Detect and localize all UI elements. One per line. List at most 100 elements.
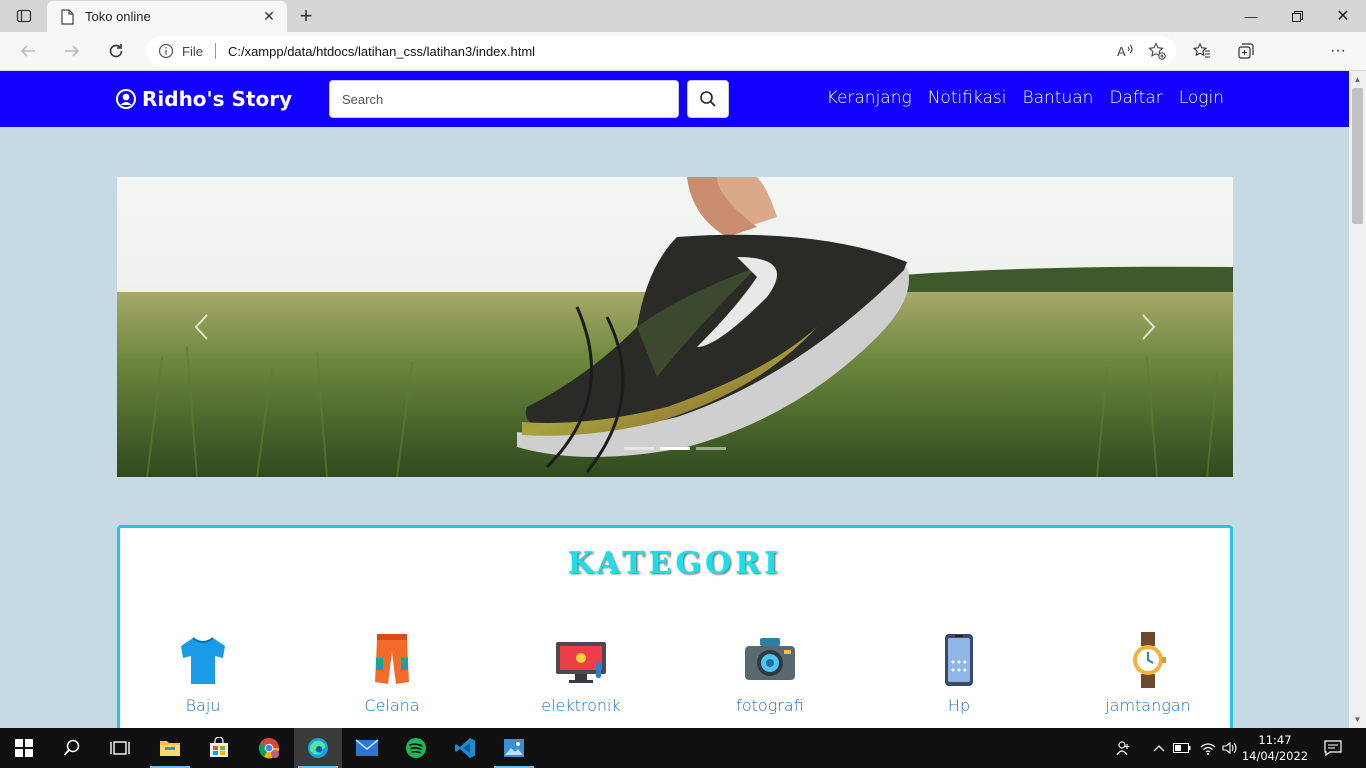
kategori-label: Baju [185, 696, 221, 715]
task-view-button[interactable] [96, 728, 144, 768]
scroll-down-icon[interactable]: ▼ [1351, 713, 1364, 726]
folder-icon [160, 741, 180, 756]
photos-icon [504, 739, 524, 757]
page-icon [59, 8, 75, 25]
browser-toolbar: File C:/xampp/data/htdocs/latihan_css/la… [0, 32, 1366, 94]
tab-title: Toko online [85, 9, 151, 24]
taskbar-mail[interactable] [343, 728, 391, 768]
chevron-left-icon [194, 314, 208, 340]
browser-tabbar: Toko online ✕ + — ✕ [0, 0, 1366, 32]
minimize-button[interactable]: — [1228, 0, 1274, 32]
kategori-item-elektronik[interactable]: elektronik [521, 632, 641, 715]
clock-time: 11:47 [1258, 733, 1292, 747]
close-tab-icon[interactable]: ✕ [259, 7, 279, 27]
taskbar-vscode[interactable] [441, 728, 489, 768]
search-icon [63, 739, 80, 756]
carousel-indicator[interactable] [624, 447, 654, 450]
search-input[interactable] [329, 80, 679, 118]
start-button[interactable] [0, 728, 48, 768]
address-bar[interactable]: File C:/xampp/data/htdocs/latihan_css/la… [146, 36, 1176, 66]
taskbar-spotify[interactable] [392, 728, 440, 768]
nav-link-bantuan[interactable]: Bantuan [1022, 88, 1093, 108]
kategori-item-hp[interactable]: Hp [899, 632, 1019, 715]
search-icon [700, 91, 716, 107]
site-navbar: Ridho's Story Keranjang Notifikasi Bantu… [0, 71, 1349, 127]
nav-link-notifikasi[interactable]: Notifikasi [928, 88, 1007, 108]
kategori-title: KATEGORI [567, 546, 783, 581]
scroll-up-icon[interactable]: ▲ [1351, 73, 1364, 86]
collections-icon[interactable] [1232, 39, 1260, 63]
phone-icon [945, 634, 973, 686]
kategori-item-celana[interactable]: Celana [332, 632, 452, 715]
taskbar-chrome[interactable] [245, 728, 293, 768]
kategori-label: fotografi [736, 696, 804, 715]
carousel-next-button[interactable] [1129, 307, 1169, 347]
kategori-label: jamtangan [1105, 696, 1191, 715]
camera-icon [745, 638, 795, 680]
new-tab-button[interactable]: + [294, 3, 318, 28]
taskbar-edge[interactable] [294, 728, 342, 768]
brand-name: Ridho's Story [142, 87, 293, 111]
volume-icon[interactable] [1220, 728, 1240, 768]
back-button[interactable] [14, 39, 42, 63]
refresh-button[interactable] [102, 39, 130, 63]
store-icon [210, 737, 228, 757]
taskbar-store[interactable] [195, 728, 243, 768]
pants-icon [375, 634, 409, 684]
forward-button[interactable] [58, 39, 86, 63]
search-taskbar-button[interactable] [48, 728, 96, 768]
nav-links: Keranjang Notifikasi Bantuan Daftar Logi… [827, 88, 1224, 108]
windows-taskbar: 11:47 14/04/2022 [0, 728, 1366, 768]
edge-icon [308, 738, 328, 758]
taskbar-file-explorer[interactable] [146, 728, 194, 768]
user-circle-icon [116, 89, 136, 109]
notification-center-icon[interactable] [1318, 728, 1348, 768]
watch-icon [1133, 632, 1166, 688]
brand-logo[interactable]: Ridho's Story [116, 87, 292, 111]
read-aloud-icon[interactable]: A [1112, 40, 1138, 62]
nav-link-login[interactable]: Login [1179, 88, 1224, 108]
kategori-item-baju[interactable]: Baju [143, 632, 263, 715]
hero-carousel [117, 177, 1233, 477]
info-icon[interactable] [158, 43, 174, 59]
carousel-image [117, 177, 1233, 477]
url-text[interactable]: C:/xampp/data/htdocs/latihan_css/latihan… [228, 44, 1112, 59]
clock-date: 14/04/2022 [1241, 749, 1309, 763]
carousel-indicator[interactable] [696, 447, 726, 450]
battery-icon[interactable] [1172, 728, 1192, 768]
nav-link-daftar[interactable]: Daftar [1109, 88, 1162, 108]
kategori-card: KATEGORI Baju Celana elektronik fotograf… [117, 525, 1233, 745]
restore-button[interactable] [1274, 0, 1320, 32]
kategori-label: Hp [947, 696, 971, 715]
favorites-icon[interactable] [1188, 39, 1216, 63]
vscode-icon [455, 738, 475, 758]
tab-actions-icon[interactable] [8, 4, 40, 28]
search-button[interactable] [687, 80, 729, 118]
add-favorite-icon[interactable] [1144, 40, 1170, 62]
wifi-icon[interactable] [1198, 728, 1218, 768]
task-view-icon [110, 741, 130, 755]
svg-text:A: A [1117, 44, 1126, 59]
monitor-icon [556, 642, 606, 683]
close-window-button[interactable]: ✕ [1320, 0, 1366, 32]
people-icon[interactable] [1112, 728, 1136, 768]
more-options-icon[interactable]: ··· [1324, 39, 1352, 63]
tshirt-icon [181, 637, 225, 684]
url-scheme-label: File [182, 43, 203, 59]
chevron-right-icon [1142, 314, 1156, 340]
kategori-label: elektronik [541, 696, 621, 715]
kategori-item-jamtangan[interactable]: jamtangan [1088, 632, 1208, 715]
carousel-indicators [624, 447, 726, 450]
system-clock[interactable]: 11:47 14/04/2022 [1240, 732, 1310, 764]
kategori-item-fotografi[interactable]: fotografi [710, 632, 830, 715]
browser-tab[interactable]: Toko online ✕ [47, 1, 287, 32]
url-divider [214, 43, 216, 59]
chevron-up-icon[interactable] [1150, 728, 1168, 768]
kategori-label: Celana [364, 696, 420, 715]
scrollbar-thumb[interactable] [1352, 88, 1363, 224]
taskbar-photos[interactable] [490, 728, 538, 768]
carousel-indicator-active[interactable] [660, 447, 690, 450]
nav-link-keranjang[interactable]: Keranjang [827, 88, 912, 108]
mail-icon [355, 739, 379, 756]
carousel-prev-button[interactable] [181, 307, 221, 347]
